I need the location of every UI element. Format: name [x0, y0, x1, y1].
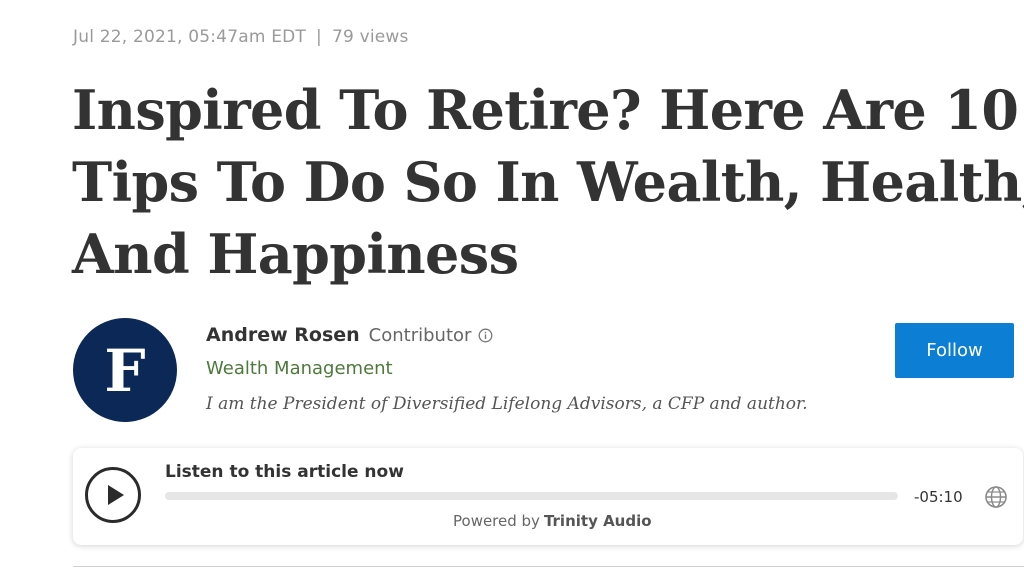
globe-icon[interactable] [983, 484, 1009, 510]
author-byline: Andrew Rosen Contributor [206, 324, 493, 346]
author-bio: I am the President of Diversified Lifelo… [206, 394, 808, 414]
author-avatar[interactable]: F [73, 318, 177, 422]
powered-by-prefix: Powered by [453, 512, 540, 530]
player-title: Listen to this article now [165, 462, 404, 482]
info-icon[interactable] [478, 328, 493, 343]
headline-line: And Happiness [72, 222, 519, 286]
headline-line: Tips To Do So In Wealth, Health, [72, 150, 1024, 214]
article-headline: Inspired To Retire? Here Are 10 Tips To … [72, 74, 1024, 290]
publish-date: Jul 22, 2021, 05:47am EDT [73, 27, 307, 47]
section-divider [73, 566, 1024, 567]
article-meta: Jul 22, 2021, 05:47am EDT | 79 views [73, 27, 409, 47]
play-icon [107, 485, 124, 505]
view-count: 79 views [331, 27, 409, 47]
powered-by-brand[interactable]: Trinity Audio [544, 512, 652, 530]
follow-button[interactable]: Follow [895, 323, 1014, 378]
headline-line: Inspired To Retire? Here Are 10 [72, 78, 1019, 142]
author-name[interactable]: Andrew Rosen [206, 324, 360, 346]
play-button[interactable] [85, 467, 141, 523]
progress-bar[interactable] [165, 492, 898, 500]
author-channel[interactable]: Wealth Management [206, 358, 393, 379]
avatar-letter: F [104, 337, 146, 405]
author-role: Contributor [368, 324, 472, 346]
time-remaining: -05:10 [914, 488, 963, 506]
audio-player: Listen to this article now -05:10 Powere… [73, 448, 1023, 545]
powered-by: Powered by Trinity Audio [453, 512, 652, 530]
meta-separator: | [316, 27, 322, 47]
